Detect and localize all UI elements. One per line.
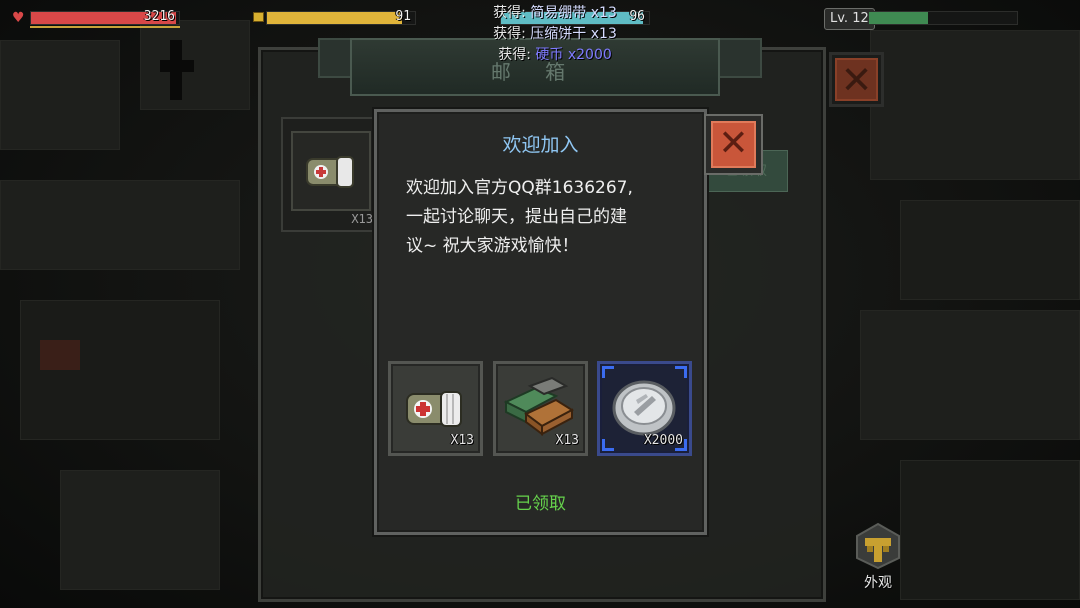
mailbox-close-button[interactable]: ✕ [829,52,884,107]
reward-quantity: X13 [450,433,474,448]
toast-item: 压缩饼干 x13 [530,26,617,42]
mail-list-item[interactable]: X13 [281,117,377,232]
dialog-close-button[interactable]: ✕ [704,114,763,175]
outfit-button[interactable]: 外观 [846,522,910,598]
outfit-icon [853,522,903,570]
heart-icon: ♥ [12,10,25,26]
health-value: 3216 [143,9,175,24]
dialog-message-line: 议~ 祝大家游戏愉快！ [406,236,579,256]
close-x-icon: ✕ [835,58,878,101]
health-bar: 3216 [30,9,180,25]
hunger-value: 91 [395,9,411,24]
dialog-message-line: 一起讨论聊天，提出自己的建 [406,207,627,227]
dialog-message-line: 欢迎加入官方QQ群1636267, [406,178,633,198]
dialog-message: 欢迎加入官方QQ群1636267, 一起讨论聊天，提出自己的建 议~ 祝大家游戏… [406,174,696,261]
claim-status-button[interactable]: 已领取 [374,489,707,514]
outfit-label: 外观 [864,575,892,591]
reward-slot-coin[interactable]: X2000 [597,361,692,456]
toast-item: 硬币 x2000 [535,47,612,63]
experience-bar [868,11,1018,25]
reward-toast: 获得: 简易绷带 x13 [440,2,670,22]
toast-prefix: 获得: [493,5,531,21]
close-x-icon: ✕ [711,121,756,168]
dialog-title: 欢迎加入 [502,134,579,156]
toast-prefix: 获得: [498,47,536,63]
toast-prefix: 获得: [493,26,531,42]
reward-toast: 获得: 硬币 x2000 [440,44,670,64]
reward-quantity: X13 [555,433,579,448]
mail-item-quantity: X13 [351,212,373,226]
reward-slot-bandage[interactable]: X13 [388,361,483,456]
hunger-bar: 91 [266,9,416,25]
reward-slot-biscuit[interactable]: X13 [493,361,588,456]
toast-item: 简易绷带 x13 [530,5,617,21]
reward-toast: 获得: 压缩饼干 x13 [440,23,670,43]
reward-quantity: X2000 [643,433,683,448]
hunger-icon [253,12,264,22]
bandage-icon [291,131,371,211]
welcome-dialog [374,109,707,535]
health-underline [30,26,180,28]
